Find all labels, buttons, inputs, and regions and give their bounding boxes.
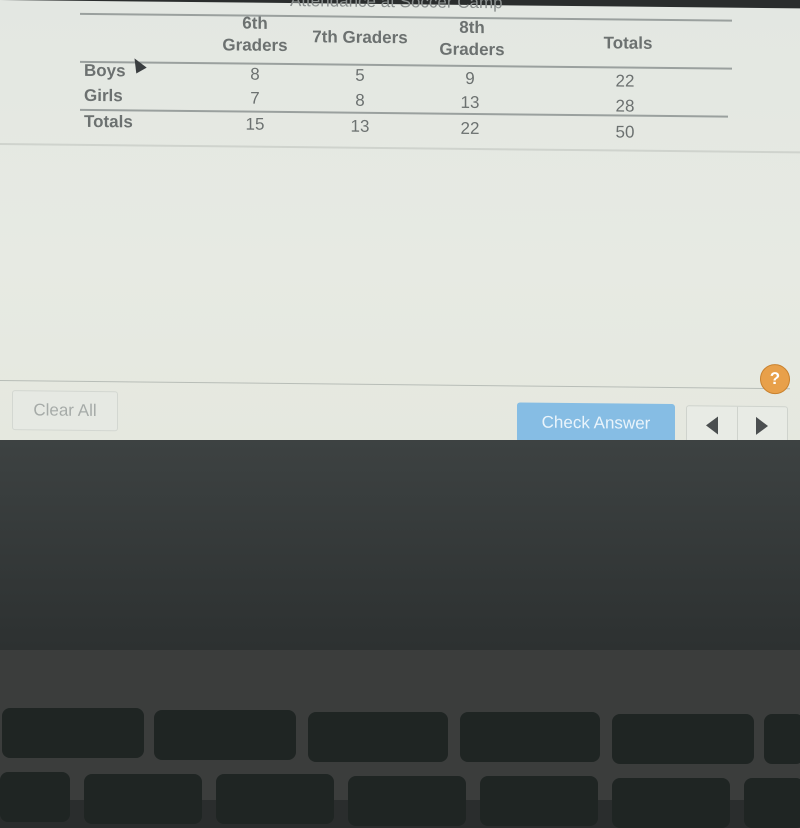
table-top-rule — [80, 12, 732, 22]
mouse-cursor-icon — [129, 55, 147, 74]
check-answer-button[interactable]: Check Answer — [517, 402, 675, 445]
keyboard-key — [2, 708, 144, 758]
keyboard-key — [460, 712, 600, 762]
cell: 8 — [355, 90, 365, 110]
header-line: 7th Graders — [312, 27, 408, 48]
header-line: Graders — [222, 35, 288, 56]
keyboard-key — [612, 714, 754, 764]
cell: 8 — [250, 64, 260, 84]
previous-button[interactable] — [687, 406, 738, 445]
cell: 22 — [460, 118, 480, 139]
row-label: Totals — [84, 111, 133, 132]
header-line: Totals — [603, 33, 653, 53]
column-header-7th: 7th Graders — [300, 26, 420, 49]
keyboard-key — [0, 772, 70, 822]
header-line: 6th — [242, 13, 268, 33]
content-divider — [0, 143, 800, 154]
keyboard-key — [744, 778, 800, 828]
keyboard-deck — [0, 650, 800, 828]
row-label: Boys — [84, 60, 126, 81]
keyboard-key — [84, 774, 202, 824]
column-header-totals: Totals — [588, 32, 668, 55]
cell: 22 — [615, 71, 635, 91]
keyboard-key — [348, 776, 466, 826]
keyboard-key — [480, 776, 598, 826]
cell: 13 — [350, 116, 370, 136]
header-line: Graders — [439, 39, 505, 60]
help-button[interactable]: ? — [760, 363, 790, 395]
table-title: Attendance at Soccer Camp — [290, 0, 503, 13]
chevron-left-icon — [706, 416, 718, 435]
keyboard-key — [216, 774, 334, 824]
screen: Attendance at Soccer Camp 6th Graders 7t… — [0, 0, 800, 449]
header-rule — [80, 60, 732, 70]
header-line: 8th — [459, 17, 485, 38]
row-label: Girls — [84, 85, 123, 106]
cell: 7 — [250, 88, 260, 108]
keyboard-key — [612, 778, 730, 828]
cell: 50 — [615, 122, 635, 142]
cell: 13 — [460, 92, 480, 113]
laptop-bezel — [0, 440, 800, 660]
cell: 5 — [355, 65, 365, 85]
footer-divider — [0, 380, 790, 390]
cell: 15 — [245, 114, 265, 134]
cell: 9 — [465, 68, 475, 88]
clear-all-button[interactable]: Clear All — [12, 390, 118, 432]
chevron-right-icon — [756, 416, 768, 436]
column-header-6th: 6th Graders — [215, 12, 295, 57]
keyboard-key — [308, 712, 448, 762]
keyboard-key — [764, 714, 800, 764]
column-header-8th: 8th Graders — [430, 17, 514, 62]
keyboard-key — [154, 710, 296, 760]
